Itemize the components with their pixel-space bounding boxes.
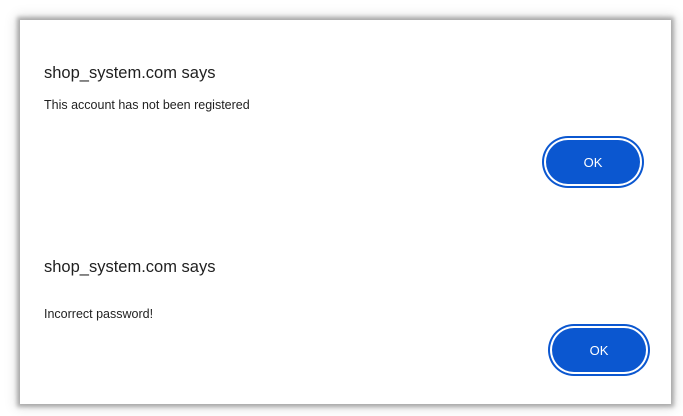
screenshot-canvas: shop_system.com says This account has no… <box>0 0 683 416</box>
dialog-title: shop_system.com says <box>44 258 216 276</box>
dialogs-frame: shop_system.com says This account has no… <box>20 20 671 404</box>
dialog-message: This account has not been registered <box>44 98 250 112</box>
alert-dialog-incorrect-password: shop_system.com says Incorrect password!… <box>20 210 671 402</box>
alert-dialog-unregistered: shop_system.com says This account has no… <box>20 20 671 212</box>
dialog-title: shop_system.com says <box>44 64 216 82</box>
dialog-message: Incorrect password! <box>44 307 154 321</box>
ok-button[interactable]: OK <box>552 328 646 372</box>
ok-button[interactable]: OK <box>546 140 640 184</box>
